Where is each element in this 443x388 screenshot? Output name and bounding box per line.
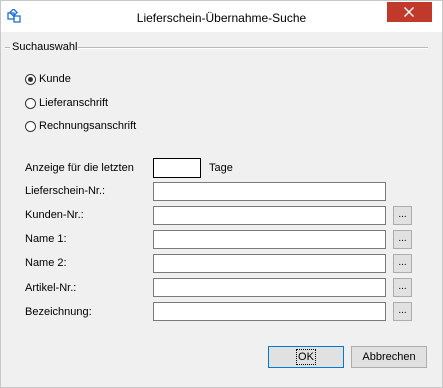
radio-label: Rechnungsanschrift — [39, 120, 137, 132]
cancel-button-label: Abbrechen — [362, 351, 416, 363]
group-divider — [71, 47, 428, 49]
days-input[interactable] — [153, 158, 201, 178]
radio-indicator — [25, 120, 36, 132]
delivery-note-label: Lieferschein-Nr.: — [25, 185, 106, 197]
customer-number-input[interactable] — [153, 206, 386, 225]
group-divider-left — [5, 47, 10, 49]
radio-label: Lieferanschrift — [39, 97, 109, 109]
delivery-note-input[interactable] — [153, 182, 386, 201]
description-lookup-button[interactable]: ... — [393, 302, 412, 321]
ok-button[interactable]: OK — [268, 346, 344, 368]
name1-label: Name 1: — [25, 233, 67, 245]
article-number-input[interactable] — [153, 278, 386, 297]
name2-input[interactable] — [153, 254, 386, 273]
description-label: Bezeichnung: — [25, 306, 92, 318]
cancel-button[interactable]: Abbrechen — [351, 346, 427, 368]
radio-indicator — [25, 73, 36, 85]
window-title: Lieferschein-Übernahme-Suche — [136, 11, 307, 25]
days-unit-label: Tage — [209, 162, 233, 174]
article-lookup-button[interactable]: ... — [393, 278, 412, 297]
close-icon — [404, 7, 414, 17]
group-label-suchauswahl: Suchauswahl — [11, 41, 79, 53]
name2-lookup-button[interactable]: ... — [393, 254, 412, 273]
radio-indicator — [25, 97, 36, 109]
name1-lookup-button[interactable]: ... — [393, 230, 412, 249]
close-button[interactable] — [387, 2, 432, 22]
customer-lookup-button[interactable]: ... — [393, 206, 412, 225]
title-bar: Lieferschein-Übernahme-Suche — [1, 1, 442, 32]
ok-button-label: OK — [296, 349, 316, 365]
radio-kunde[interactable]: Kunde — [25, 72, 71, 86]
name1-input[interactable] — [153, 230, 386, 249]
article-number-label: Artikel-Nr.: — [25, 282, 77, 294]
radio-rechnungsanschrift[interactable]: Rechnungsanschrift — [25, 119, 136, 133]
name2-label: Name 2: — [25, 257, 67, 269]
radio-label: Kunde — [39, 73, 71, 85]
days-label: Anzeige für die letzten — [25, 162, 134, 174]
description-input[interactable] — [153, 302, 386, 321]
radio-lieferanschrift[interactable]: Lieferanschrift — [25, 96, 108, 110]
customer-number-label: Kunden-Nr.: — [25, 209, 84, 221]
